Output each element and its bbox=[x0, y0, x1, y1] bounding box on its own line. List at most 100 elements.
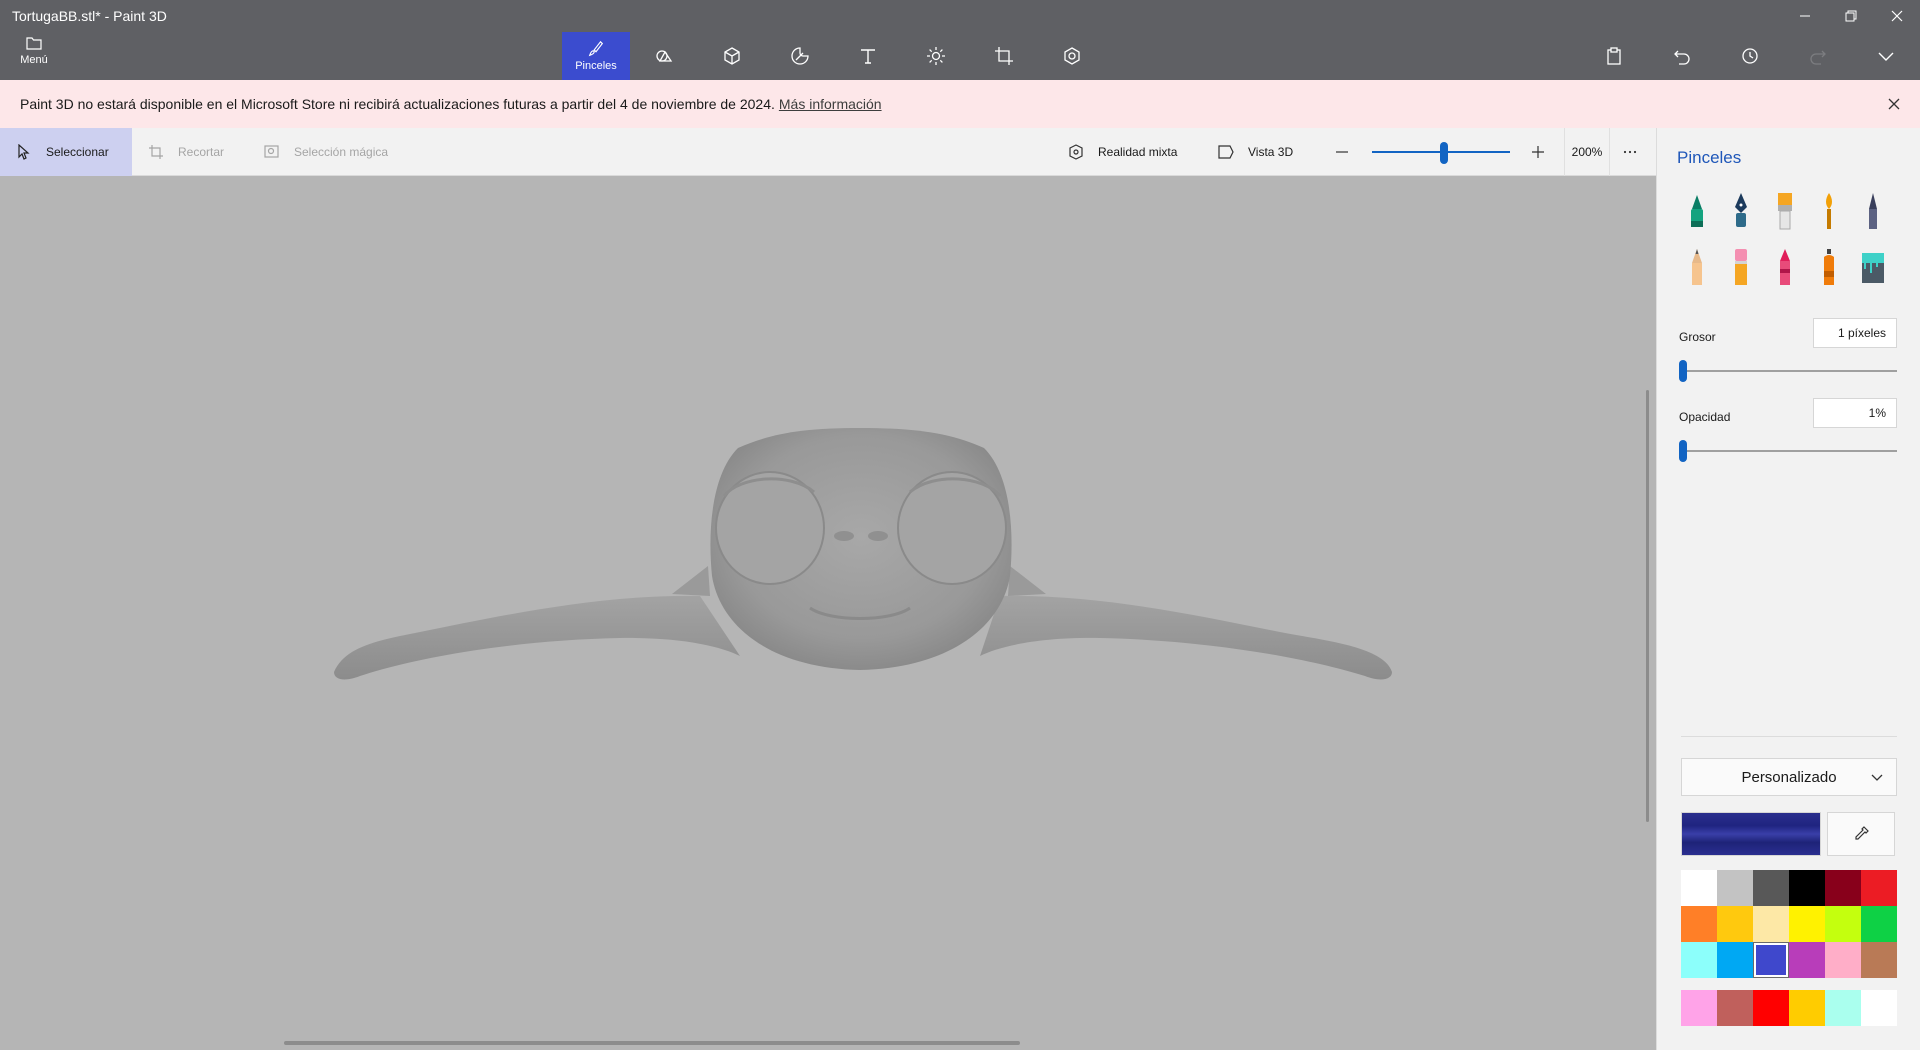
close-button[interactable] bbox=[1874, 0, 1920, 32]
zoom-level[interactable]: 200% bbox=[1564, 128, 1610, 176]
panel-divider bbox=[1681, 736, 1897, 737]
magic-select-label: Selección mágica bbox=[294, 145, 389, 159]
mixed-reality-button[interactable]: Realidad mixta bbox=[1068, 128, 1177, 176]
close-icon bbox=[1891, 10, 1903, 22]
brush-marker[interactable] bbox=[1675, 190, 1719, 232]
view-3d-button[interactable]: Vista 3D bbox=[1218, 128, 1293, 176]
current-color-swatch[interactable] bbox=[1681, 812, 1821, 856]
color-swatch[interactable] bbox=[1717, 942, 1753, 978]
eyedropper-button[interactable] bbox=[1827, 812, 1895, 856]
color-swatch[interactable] bbox=[1753, 942, 1789, 978]
history-button[interactable] bbox=[1716, 32, 1784, 80]
color-swatch[interactable] bbox=[1753, 870, 1789, 906]
effects-icon bbox=[927, 47, 945, 65]
crop-label: Recortar bbox=[178, 145, 225, 159]
brush-oil[interactable] bbox=[1763, 190, 1807, 232]
horizontal-scrollbar[interactable] bbox=[284, 1041, 1020, 1045]
opacity-slider-track[interactable] bbox=[1679, 450, 1897, 452]
tool-2d-shapes[interactable] bbox=[630, 32, 698, 80]
color-swatch[interactable] bbox=[1789, 942, 1825, 978]
brush-crayon[interactable] bbox=[1763, 246, 1807, 288]
opacity-input[interactable]: 1% bbox=[1813, 398, 1897, 428]
banner-close-icon[interactable] bbox=[1886, 96, 1902, 112]
color-swatch[interactable] bbox=[1717, 906, 1753, 942]
brush-eraser[interactable] bbox=[1719, 246, 1763, 288]
color-swatch[interactable] bbox=[1789, 870, 1825, 906]
restore-button[interactable] bbox=[1828, 0, 1874, 32]
opacity-slider-thumb[interactable] bbox=[1679, 440, 1687, 462]
thickness-slider-track[interactable] bbox=[1679, 370, 1897, 372]
brush-spray-can[interactable] bbox=[1807, 246, 1851, 288]
minimize-icon bbox=[1800, 15, 1810, 17]
tool-brushes-label: Pinceles bbox=[575, 60, 617, 72]
2d-shapes-icon bbox=[656, 50, 673, 62]
tool-effects[interactable] bbox=[902, 32, 970, 80]
tool-canvas[interactable] bbox=[970, 32, 1038, 80]
custom-color-swatch[interactable] bbox=[1825, 990, 1861, 1026]
banner-message: Paint 3D no estará disponible en el Micr… bbox=[20, 96, 775, 112]
tool-text[interactable] bbox=[834, 32, 902, 80]
color-swatch[interactable] bbox=[1825, 870, 1861, 906]
custom-color-swatch[interactable] bbox=[1753, 990, 1789, 1026]
zoom-out-button[interactable] bbox=[1334, 128, 1364, 176]
custom-color-swatch[interactable] bbox=[1681, 990, 1717, 1026]
canvas-area[interactable] bbox=[0, 176, 1656, 1050]
color-swatch[interactable] bbox=[1789, 906, 1825, 942]
color-swatch[interactable] bbox=[1681, 906, 1717, 942]
panel-title: Pinceles bbox=[1677, 148, 1742, 167]
menu-button[interactable]: Menú bbox=[14, 36, 54, 76]
color-swatch[interactable] bbox=[1753, 906, 1789, 942]
custom-color-swatch[interactable] bbox=[1717, 990, 1753, 1026]
more-icon bbox=[1623, 150, 1637, 154]
thickness-input[interactable]: 1 píxeles bbox=[1813, 318, 1897, 348]
paste-button[interactable] bbox=[1580, 32, 1648, 80]
restore-icon bbox=[1845, 10, 1857, 22]
brush-calligraphy[interactable] bbox=[1719, 190, 1763, 232]
text-icon bbox=[861, 49, 875, 64]
turtle-model[interactable] bbox=[0, 176, 1656, 1050]
color-swatch[interactable] bbox=[1861, 870, 1897, 906]
redo-button[interactable] bbox=[1784, 32, 1852, 80]
tool-3d-shapes[interactable] bbox=[698, 32, 766, 80]
color-swatch[interactable] bbox=[1825, 942, 1861, 978]
zoom-in-button[interactable] bbox=[1530, 128, 1560, 176]
color-swatch[interactable] bbox=[1861, 942, 1897, 978]
custom-color-swatch[interactable] bbox=[1861, 990, 1897, 1026]
canvas-icon bbox=[995, 47, 1013, 65]
brush-watercolor[interactable] bbox=[1807, 190, 1851, 232]
zoom-slider-thumb[interactable] bbox=[1440, 142, 1448, 164]
select-button[interactable]: Seleccionar bbox=[0, 128, 132, 176]
title-bar: TortugaBB.stl* - Paint 3D Menú Pinceles bbox=[0, 0, 1920, 80]
crop-button[interactable]: Recortar bbox=[148, 128, 224, 176]
expand-button[interactable] bbox=[1852, 32, 1920, 80]
fill-bucket-icon bbox=[1862, 253, 1884, 283]
color-mode-dropdown[interactable]: Personalizado bbox=[1681, 758, 1897, 796]
brush-pencil[interactable] bbox=[1675, 246, 1719, 288]
color-swatch[interactable] bbox=[1681, 870, 1717, 906]
thickness-slider-thumb[interactable] bbox=[1679, 360, 1687, 382]
clipboard-icon bbox=[1607, 47, 1621, 65]
banner-more-info-link[interactable]: Más información bbox=[779, 96, 882, 112]
brush-fill[interactable] bbox=[1851, 246, 1895, 288]
color-swatch[interactable] bbox=[1717, 870, 1753, 906]
window-controls bbox=[1782, 0, 1920, 32]
marker-icon bbox=[1691, 195, 1703, 227]
tool-brushes[interactable]: Pinceles bbox=[562, 32, 630, 80]
watercolor-icon bbox=[1826, 193, 1832, 229]
color-swatch[interactable] bbox=[1825, 906, 1861, 942]
magic-select-button[interactable]: Selección mágica bbox=[264, 128, 388, 176]
vertical-scrollbar[interactable] bbox=[1646, 390, 1649, 822]
tool-3d-library[interactable] bbox=[1038, 32, 1106, 80]
magic-select-icon bbox=[264, 145, 279, 158]
tool-stickers[interactable] bbox=[766, 32, 834, 80]
more-options-button[interactable] bbox=[1622, 128, 1652, 176]
deprecation-banner: Paint 3D no estará disponible en el Micr… bbox=[0, 80, 1920, 128]
custom-color-swatch[interactable] bbox=[1789, 990, 1825, 1026]
color-swatch[interactable] bbox=[1681, 942, 1717, 978]
stickers-icon bbox=[791, 47, 809, 65]
brush-pixel-pen[interactable] bbox=[1851, 190, 1895, 232]
minimize-button[interactable] bbox=[1782, 0, 1828, 32]
color-swatch[interactable] bbox=[1861, 906, 1897, 942]
spray-can-icon bbox=[1824, 249, 1834, 285]
undo-button[interactable] bbox=[1648, 32, 1716, 80]
